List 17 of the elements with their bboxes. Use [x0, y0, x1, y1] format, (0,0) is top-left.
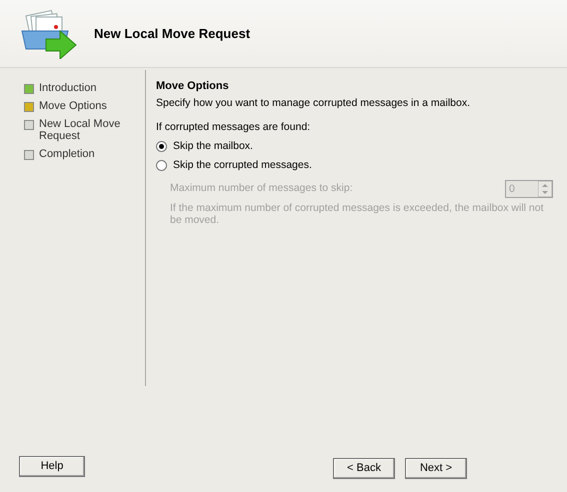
exceeded-note: If the maximum number of corrupted messages is exceeded, the mailbox will not be moved.	[169, 202, 545, 226]
option-label: Skip the corrupted messages.	[173, 158, 312, 173]
step-label: Introduction	[39, 82, 98, 94]
section-heading: Move Options	[156, 79, 230, 94]
max-messages-label: Maximum number of messages to skip:	[170, 180, 353, 196]
step-label: Completion	[39, 148, 96, 160]
wizard-nav-button[interactable]: Next >	[405, 458, 467, 479]
prompt-text: If corrupted messages are found:	[156, 120, 312, 136]
wizard-title: New Local Move Request	[94, 24, 250, 43]
radio-button[interactable]	[156, 141, 167, 152]
option-label: Skip the mailbox.	[173, 139, 253, 154]
step-label: New Local Move Request	[39, 118, 122, 142]
step-label: Move Options	[39, 100, 108, 112]
description-text: Specify how you want to manage corrupted messages in a mailbox.	[156, 96, 472, 110]
radio-button[interactable]	[156, 160, 167, 172]
wizard-nav-button[interactable]: < Back	[333, 458, 395, 479]
help-button[interactable]: Help	[19, 456, 85, 477]
